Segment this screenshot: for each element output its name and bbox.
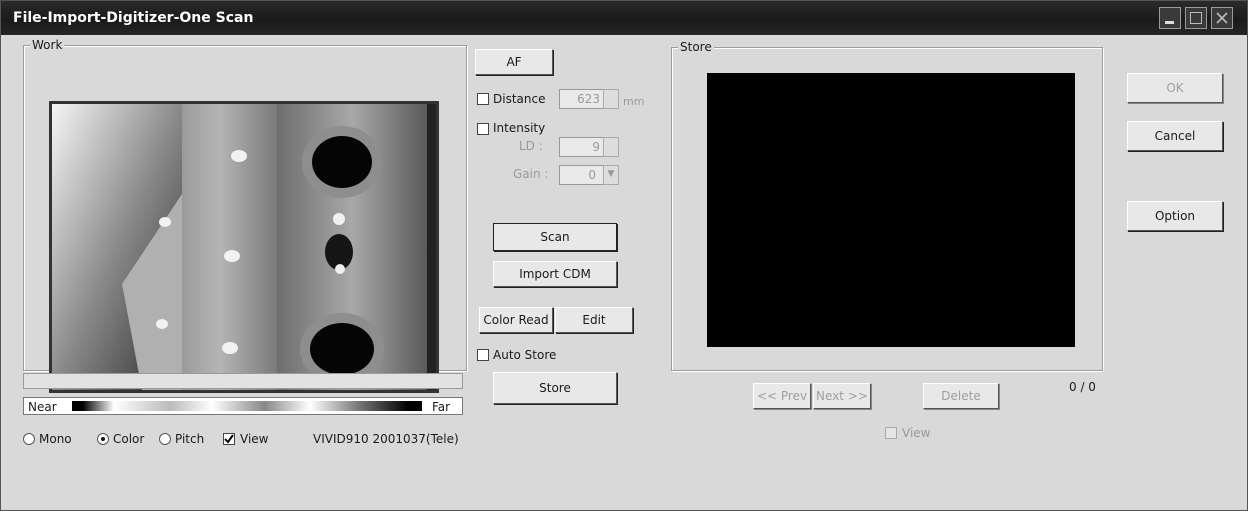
client-area: Work Near Far Mono Color Pitch View VIVI… [7, 35, 1243, 505]
progress-bar [23, 373, 463, 389]
maximize-icon [1190, 12, 1202, 24]
gain-select[interactable]: 0 ▼ [559, 165, 619, 185]
ld-value: 9 [592, 140, 600, 154]
store-counter: 0 / 0 [1069, 380, 1096, 394]
intensity-checkbox[interactable] [477, 123, 489, 135]
next-button[interactable]: Next >> [813, 383, 871, 409]
prev-button[interactable]: << Prev [753, 383, 811, 409]
store-button[interactable]: Store [493, 372, 617, 404]
distance-spinner[interactable]: 623 [559, 89, 619, 109]
store-view-checkbox[interactable] [885, 427, 897, 439]
scan-preview-graphic [52, 104, 436, 390]
distance-label[interactable]: Distance [493, 92, 545, 106]
distance-unit: mm [623, 95, 645, 108]
gain-value: 0 [588, 168, 596, 182]
auto-store-checkbox[interactable] [477, 349, 489, 361]
distance-checkbox[interactable] [477, 93, 489, 105]
close-icon [1216, 12, 1228, 24]
gain-label: Gain : [513, 167, 549, 181]
minimize-button[interactable] [1159, 7, 1181, 29]
scan-button[interactable]: Scan [493, 223, 617, 251]
cancel-button[interactable]: Cancel [1127, 121, 1223, 151]
work-group-label: Work [30, 38, 65, 52]
ld-spin-arrows[interactable] [603, 137, 619, 157]
checkmark-icon [224, 434, 234, 444]
far-label: Far [432, 400, 451, 414]
mono-label[interactable]: Mono [39, 432, 72, 446]
close-button[interactable] [1211, 7, 1233, 29]
delete-button[interactable]: Delete [923, 383, 999, 409]
option-button[interactable]: Option [1127, 201, 1223, 231]
depth-gradient-bar [72, 401, 422, 411]
scan-preview-image [49, 101, 439, 393]
title-bar[interactable]: File-Import-Digitizer-One Scan [1, 1, 1247, 35]
store-view-label[interactable]: View [902, 426, 930, 440]
digitizer-window: File-Import-Digitizer-One Scan Work Near… [0, 0, 1248, 511]
pitch-label[interactable]: Pitch [175, 432, 204, 446]
device-info: VIVID910 2001037(Tele) [313, 432, 459, 446]
chevron-down-icon[interactable]: ▼ [603, 165, 619, 185]
pitch-radio[interactable] [159, 433, 171, 445]
distance-spin-arrows[interactable] [603, 89, 619, 109]
minimize-icon [1165, 21, 1174, 24]
import-cdm-button[interactable]: Import CDM [493, 261, 617, 287]
view-checkbox[interactable] [223, 433, 235, 445]
near-label: Near [28, 400, 57, 414]
store-group-label: Store [678, 40, 714, 54]
window-title: File-Import-Digitizer-One Scan [13, 10, 254, 26]
edit-button[interactable]: Edit [555, 307, 633, 333]
auto-store-label[interactable]: Auto Store [493, 348, 556, 362]
ld-label: LD : [519, 139, 543, 153]
af-button[interactable]: AF [475, 49, 553, 75]
color-radio[interactable] [97, 433, 109, 445]
color-label[interactable]: Color [113, 432, 144, 446]
distance-value: 623 [577, 92, 600, 106]
color-read-button[interactable]: Color Read [479, 307, 553, 333]
stored-scan-view [707, 73, 1075, 347]
ld-spinner[interactable]: 9 [559, 137, 619, 157]
depth-legend: Near Far [23, 397, 463, 415]
mono-radio[interactable] [23, 433, 35, 445]
intensity-label[interactable]: Intensity [493, 121, 545, 135]
ok-button[interactable]: OK [1127, 73, 1223, 103]
maximize-button[interactable] [1185, 7, 1207, 29]
view-label[interactable]: View [240, 432, 268, 446]
